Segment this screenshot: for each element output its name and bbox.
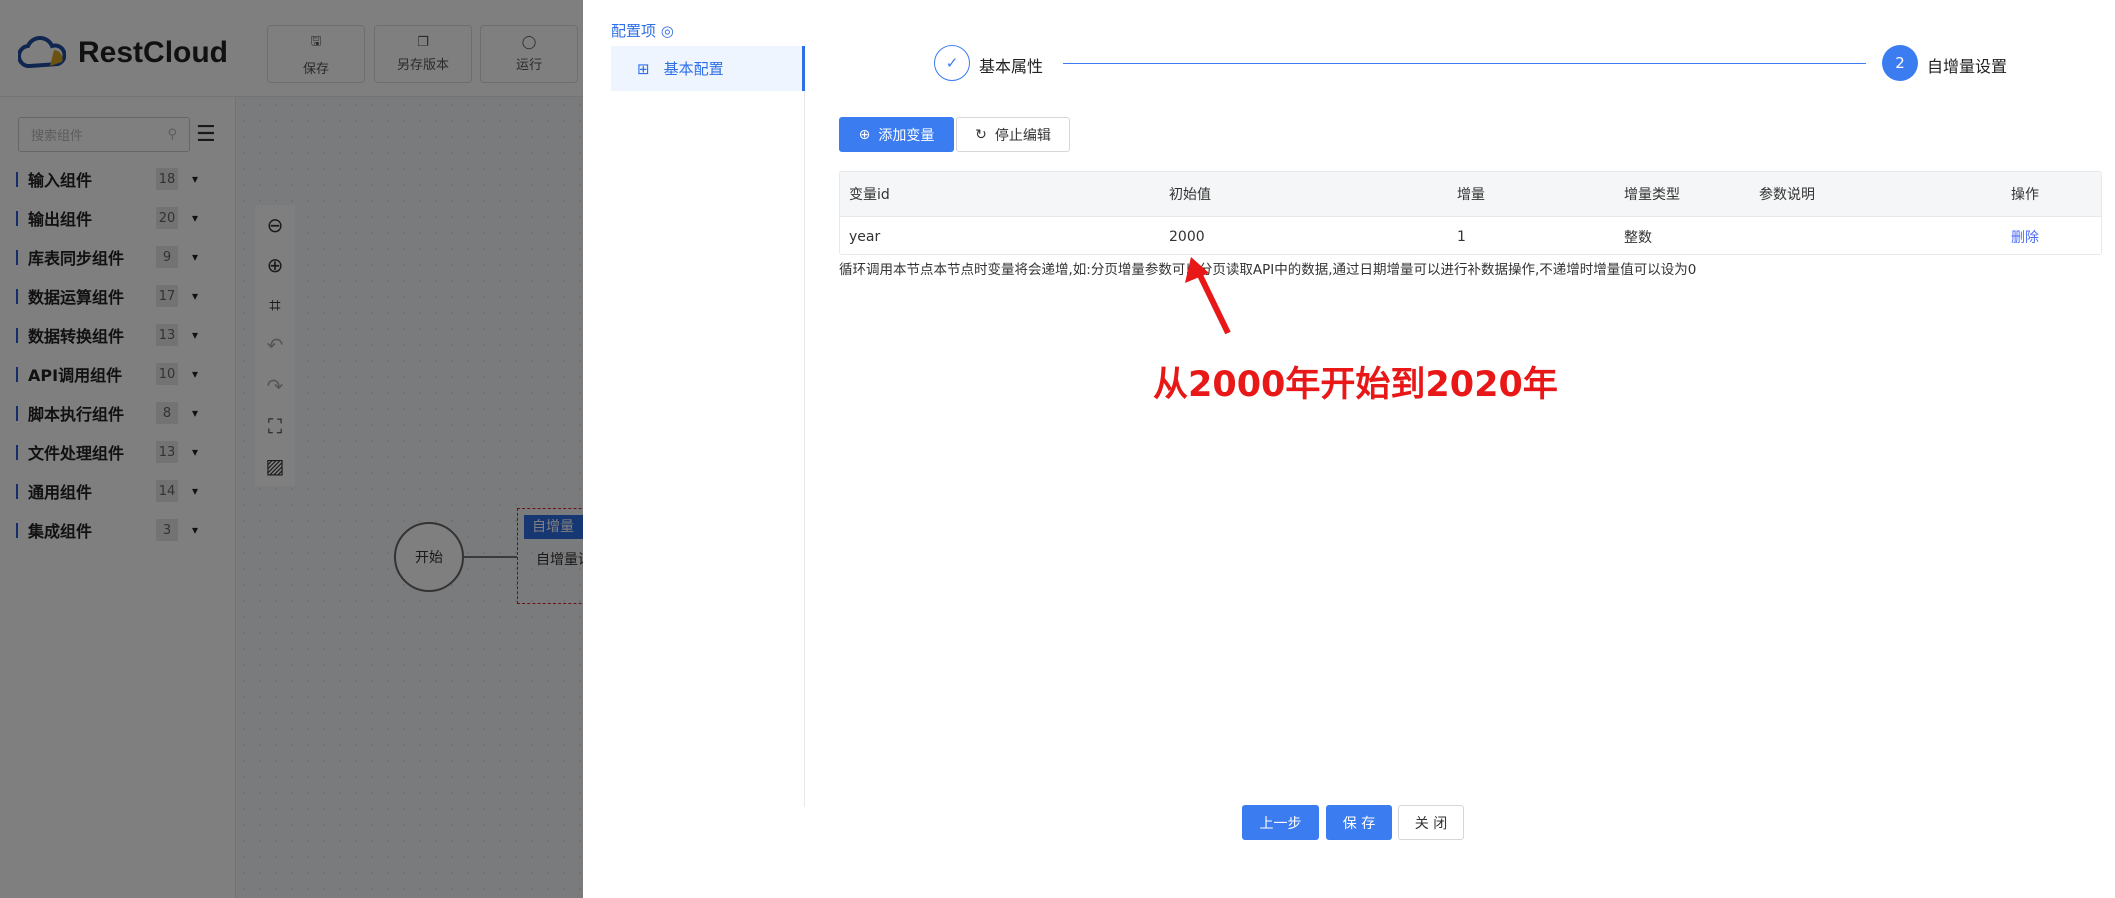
step-done-check-icon: ✓	[934, 45, 970, 81]
plus-circle-icon: ⊕	[858, 126, 871, 143]
config-drawer: 配置项 ◎ ⊞ 基本配置 ✓ 基本属性 2 自增量设置 ⊕ 添加变量 ↻ 停止编辑 变…	[583, 0, 2115, 898]
grid-icon: ⊞	[637, 59, 650, 78]
variable-table: 变量id 初始值 增量 增量类型 参数说明 操作 year 2000 1 整数 …	[839, 171, 2102, 255]
annotation-text: 从2000年开始到2020年	[1153, 365, 1558, 405]
prev-step-button[interactable]: 上一步	[1242, 805, 1319, 840]
stop-edit-button[interactable]: ↻ 停止编辑	[956, 117, 1070, 152]
add-variable-button[interactable]: ⊕ 添加变量	[839, 117, 954, 152]
annotation-arrow-icon	[1185, 257, 1231, 335]
config-title: 配置项 ◎	[611, 22, 674, 40]
table-row[interactable]: year 2000 1 整数 删除	[840, 217, 2101, 254]
save-button[interactable]: 保 存	[1326, 805, 1392, 840]
divider	[804, 91, 805, 807]
step-2-number: 2	[1882, 45, 1918, 81]
table-header: 变量id 初始值 增量 增量类型 参数说明 操作	[840, 172, 2101, 217]
menu-item-basic-config[interactable]: ⊞ 基本配置	[611, 46, 805, 91]
step-2-label: 自增量设置	[1927, 57, 2008, 76]
refresh-icon: ↻	[975, 126, 987, 143]
close-button[interactable]: 关 闭	[1398, 805, 1464, 840]
help-note: 循环调用本节点本节点时变量将会递增,如:分页增量参数可以分页读取API中的数据,…	[839, 262, 1697, 278]
step-1-label: 基本属性	[979, 57, 1044, 76]
target-icon: ◎	[660, 22, 674, 40]
delete-link[interactable]: 删除	[2011, 217, 2039, 254]
step-connector	[1063, 63, 1866, 64]
